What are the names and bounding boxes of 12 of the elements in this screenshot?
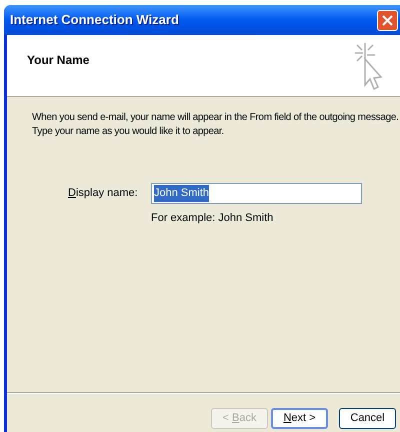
page-title: Your Name	[27, 52, 90, 69]
instruction-text: Type your name as you would like it to appear.	[32, 125, 225, 139]
field-label: Display name:	[68, 186, 139, 202]
wizard-button[interactable]: Next >	[271, 408, 328, 429]
instruction-text: When you send e-mail, your name will appear in the From field of the outgoing message.	[32, 111, 400, 125]
window-title: Internet Connection Wizard	[10, 11, 180, 30]
example-text: For example: John Smith	[150, 211, 274, 226]
display-name-field[interactable]: John Smith	[151, 183, 362, 204]
close-icon	[382, 14, 393, 26]
cursor-sparkle-icon	[353, 41, 383, 91]
close-button[interactable]	[377, 10, 398, 30]
wizard-button[interactable]: Cancel	[339, 408, 396, 429]
